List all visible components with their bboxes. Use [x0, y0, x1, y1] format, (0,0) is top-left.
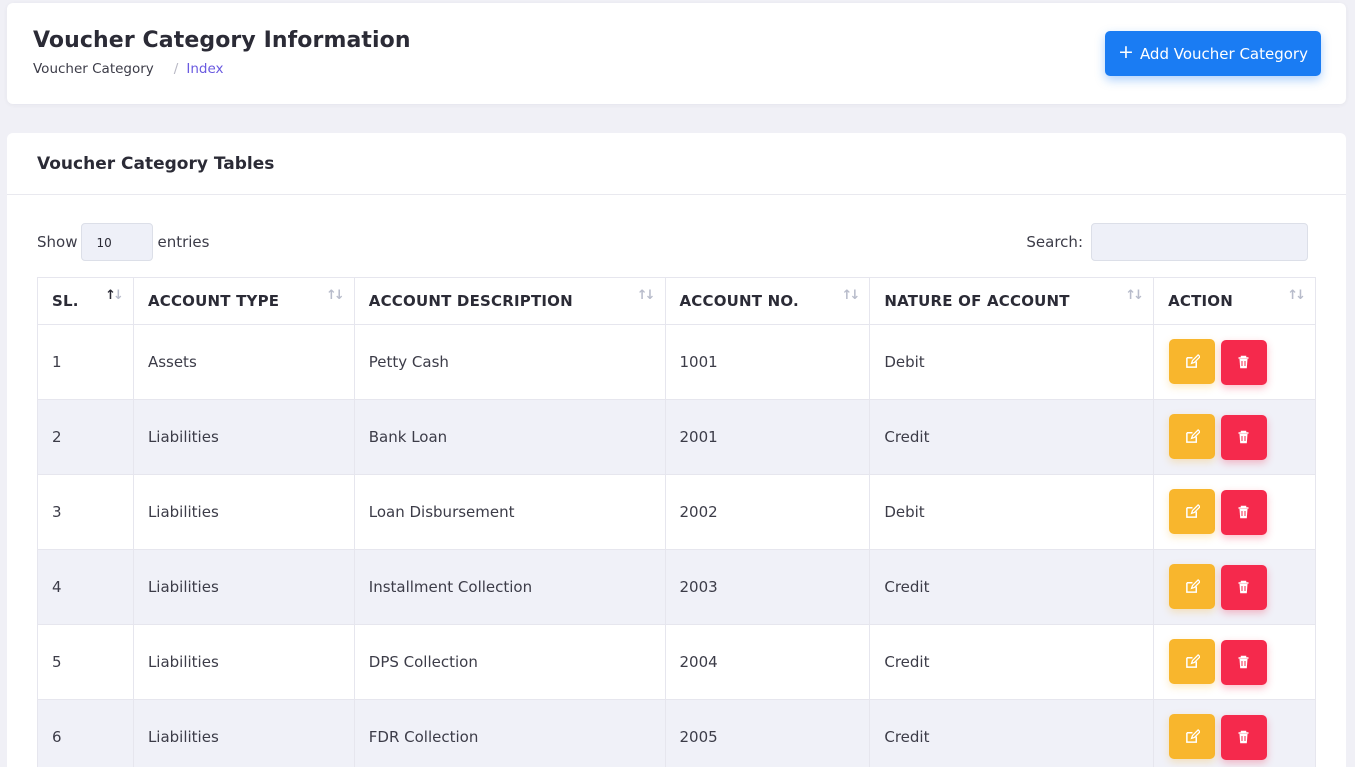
trash-icon: [1238, 656, 1249, 669]
edit-icon: [1185, 354, 1200, 369]
cell-sl: 6: [37, 699, 134, 767]
cell-account-description: FDR Collection: [353, 699, 666, 767]
cell-account-description: Installment Collection: [353, 549, 666, 625]
delete-button[interactable]: [1220, 714, 1267, 760]
edit-icon: [1185, 729, 1200, 744]
cell-account-type: Assets: [132, 324, 355, 400]
search-input[interactable]: [1091, 223, 1308, 261]
table-search: Search:: [1026, 223, 1308, 261]
table-row: 4 Liabilities Installment Collection 200…: [37, 549, 1316, 625]
delete-button[interactable]: [1220, 489, 1267, 535]
show-label: Show: [37, 233, 78, 251]
table-row: 2 Liabilities Bank Loan 2001 Credit: [37, 399, 1316, 475]
edit-icon: [1185, 654, 1200, 669]
edit-icon: [1185, 504, 1200, 519]
trash-icon: [1238, 431, 1249, 444]
voucher-category-card: Voucher Category Tables Show 10 entries …: [7, 133, 1346, 767]
cell-sl: 3: [37, 474, 134, 550]
cell-account-description: DPS Collection: [353, 624, 666, 700]
breadcrumb-item-voucher-category[interactable]: Voucher Category: [33, 61, 154, 77]
trash-icon: [1238, 356, 1249, 369]
cell-account-type: Liabilities: [132, 624, 355, 700]
column-header-account-type[interactable]: ACCOUNT TYPE ↑↓: [132, 277, 355, 325]
breadcrumb-separator: /: [173, 61, 179, 77]
cell-nature-of-account: Credit: [869, 549, 1155, 625]
cell-account-description: Loan Disbursement: [353, 474, 666, 550]
cell-account-description: Petty Cash: [353, 324, 666, 400]
card-title: Voucher Category Tables: [7, 133, 1346, 195]
sort-icon: ↑↓: [636, 288, 656, 303]
cell-sl: 2: [37, 399, 134, 475]
cell-nature-of-account: Credit: [869, 699, 1155, 767]
cell-account-type: Liabilities: [132, 699, 355, 767]
entries-label: entries: [157, 233, 210, 251]
breadcrumb: Voucher Category / Index: [33, 61, 224, 77]
column-header-account-description[interactable]: ACCOUNT DESCRIPTION ↑↓: [353, 277, 666, 325]
column-header-action[interactable]: ACTION ↑↓: [1153, 277, 1316, 325]
entries-select[interactable]: 10: [81, 223, 154, 261]
cell-account-no: 2001: [664, 399, 871, 475]
cell-nature-of-account: Credit: [869, 399, 1155, 475]
add-voucher-category-label: Add Voucher Category: [1139, 44, 1308, 63]
cell-nature-of-account: Debit: [869, 474, 1155, 550]
table-row: 5 Liabilities DPS Collection 2004 Credit: [37, 624, 1316, 700]
trash-icon: [1238, 581, 1249, 594]
cell-account-type: Liabilities: [132, 474, 355, 550]
table-row: 6 Liabilities FDR Collection 2005 Credit: [37, 699, 1316, 767]
cell-account-no: 2003: [664, 549, 871, 625]
cell-account-no: 1001: [664, 324, 871, 400]
cell-sl: 4: [37, 549, 134, 625]
column-header-nature-of-account[interactable]: NATURE OF ACCOUNT ↑↓: [869, 277, 1155, 325]
delete-button[interactable]: [1220, 564, 1267, 610]
table-row: 1 Assets Petty Cash 1001 Debit: [37, 324, 1316, 400]
table-header-row: SL. ↑↓ ACCOUNT TYPE ↑↓ ACCOUNT DESCRIPTION…: [37, 277, 1316, 325]
cell-sl: 1: [37, 324, 134, 400]
column-header-sl[interactable]: SL. ↑↓: [37, 277, 134, 325]
edit-button[interactable]: [1169, 339, 1216, 385]
cell-account-type: Liabilities: [132, 549, 355, 625]
edit-button[interactable]: [1169, 564, 1216, 610]
cell-action: [1153, 549, 1316, 625]
voucher-category-table: SL. ↑↓ ACCOUNT TYPE ↑↓ ACCOUNT DESCRIPTION…: [37, 277, 1316, 767]
sort-icon: ↑↓: [325, 288, 345, 303]
page-header: Voucher Category Information Voucher Cat…: [7, 3, 1346, 104]
cell-account-no: 2002: [664, 474, 871, 550]
delete-button[interactable]: [1220, 414, 1267, 460]
sort-icon: ↑↓: [1287, 288, 1306, 303]
cell-nature-of-account: Credit: [869, 624, 1155, 700]
cell-nature-of-account: Debit: [869, 324, 1155, 400]
add-voucher-category-button[interactable]: + Add Voucher Category: [1105, 31, 1321, 76]
column-header-account-no[interactable]: ACCOUNT NO. ↑↓: [664, 277, 871, 325]
trash-icon: [1238, 731, 1249, 744]
sort-icon: ↑↓: [841, 288, 861, 303]
edit-icon: [1185, 579, 1200, 594]
cell-sl: 5: [37, 624, 134, 700]
cell-action: [1153, 324, 1316, 400]
breadcrumb-item-index: Index: [186, 61, 224, 77]
search-label: Search:: [1026, 233, 1083, 251]
cell-account-no: 2004: [664, 624, 871, 700]
cell-action: [1153, 399, 1316, 475]
cell-account-type: Liabilities: [132, 399, 355, 475]
sort-icon: ↑↓: [1125, 288, 1144, 303]
sort-asc-icon: ↑↓: [105, 288, 124, 303]
plus-icon: +: [1118, 40, 1134, 63]
cell-account-description: Bank Loan: [353, 399, 666, 475]
trash-icon: [1238, 506, 1249, 519]
edit-button[interactable]: [1169, 489, 1216, 535]
cell-action: [1153, 624, 1316, 700]
delete-button[interactable]: [1220, 639, 1267, 685]
cell-action: [1153, 699, 1316, 767]
cell-account-no: 2005: [664, 699, 871, 767]
edit-button[interactable]: [1169, 414, 1216, 460]
table-row: 3 Liabilities Loan Disbursement 2002 Deb…: [37, 474, 1316, 550]
edit-button[interactable]: [1169, 639, 1216, 685]
edit-icon: [1185, 429, 1200, 444]
page-title: Voucher Category Information: [33, 28, 411, 53]
edit-button[interactable]: [1169, 714, 1216, 760]
cell-action: [1153, 474, 1316, 550]
delete-button[interactable]: [1220, 339, 1267, 385]
entries-length-control: Show 10 entries: [37, 223, 209, 261]
